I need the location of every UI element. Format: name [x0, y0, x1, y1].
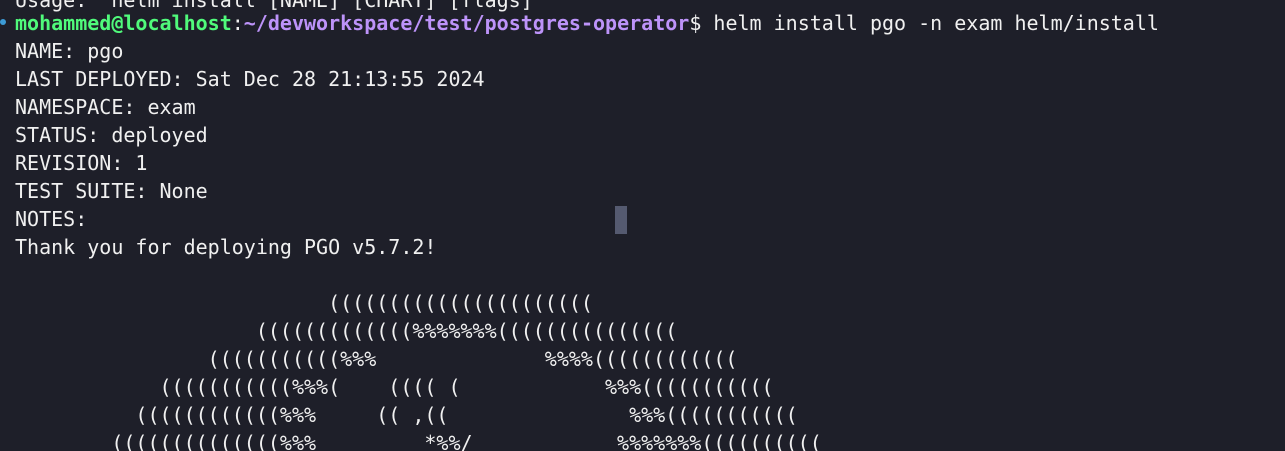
terminal-window[interactable]: Usage: helm install [NAME] [CHART] [flag… — [0, 0, 1285, 451]
output-line: NAME: pgo — [15, 39, 124, 63]
prompt-user-host: mohammed@localhost — [15, 11, 232, 35]
prompt-marker-icon — [0, 19, 6, 25]
ascii-art-line: (((((((((((%%%( (((( ( %%%((((((((((( — [15, 375, 774, 399]
ascii-art-line: ((((((((((((((%%% *%%/ %%%%%%%(((((((((( — [15, 431, 822, 451]
output-line: NOTES: — [15, 207, 88, 231]
output-line: REVISION: 1 — [15, 151, 148, 175]
command-text: helm install pgo -n exam helm/install — [701, 11, 1159, 35]
output-line: Thank you for deploying PGO v5.7.2! — [15, 235, 437, 259]
output-line: TEST SUITE: None — [15, 179, 208, 203]
output-line: STATUS: deployed — [15, 123, 208, 147]
output-line: NAMESPACE: exam — [15, 95, 196, 119]
prompt-cwd: ~/devworkspace/test/postgres-operator — [243, 11, 690, 35]
prompt-symbol: $ — [689, 11, 702, 35]
ascii-art-line: (((((((((((%%% %%%%(((((((((((( — [15, 347, 738, 371]
ascii-art-line: (((((((((((((%%%%%%%((((((((((((((( — [15, 319, 678, 343]
prompt-line: mohammed@localhost:~/devworkspace/test/p… — [15, 9, 1159, 37]
text-cursor — [615, 206, 627, 234]
ascii-art-line: ((((((((((((%%% (( ,(( %%%((((((((((( — [15, 403, 798, 427]
ascii-art-line: (((((((((((((((((((((( — [15, 291, 593, 315]
prompt-separator: : — [231, 11, 244, 35]
output-line: LAST DEPLOYED: Sat Dec 28 21:13:55 2024 — [15, 67, 485, 91]
